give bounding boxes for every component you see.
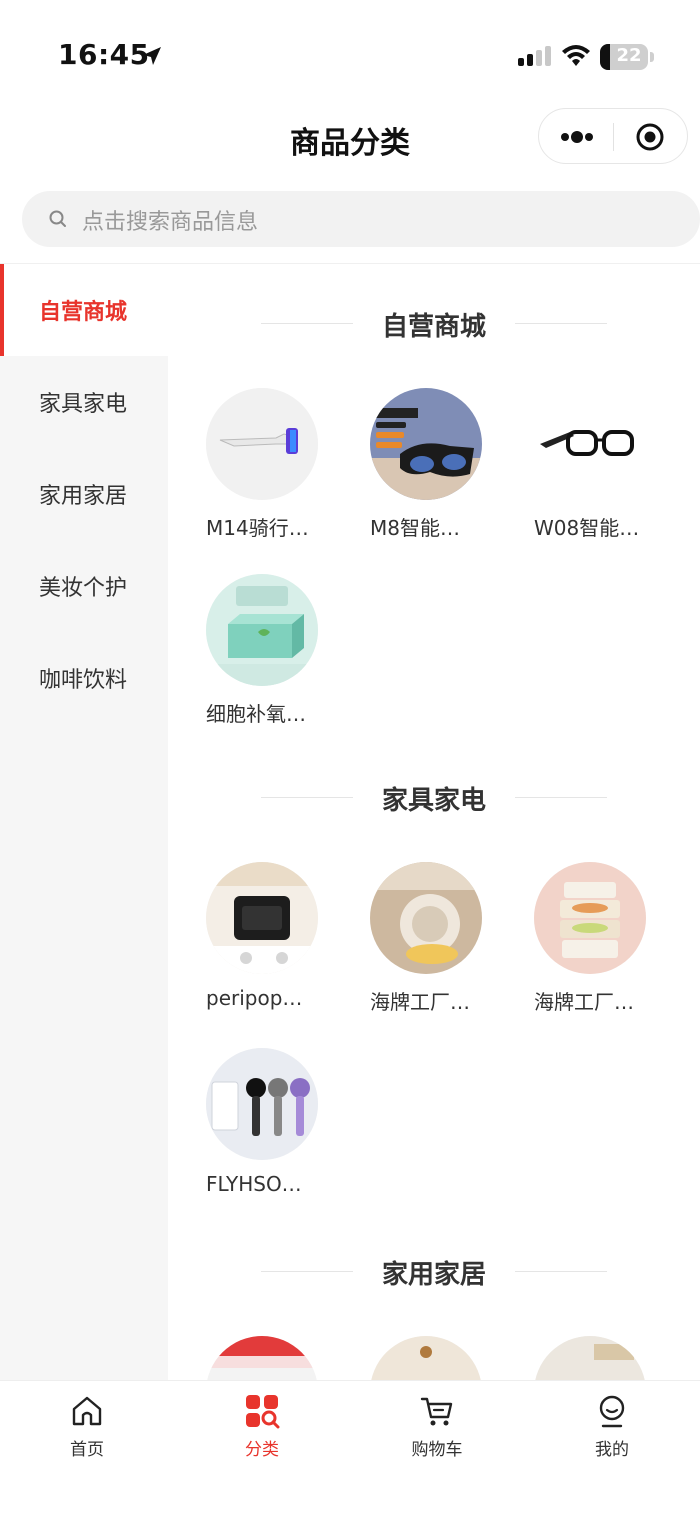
search-placeholder: 点击搜索商品信息 [82, 210, 259, 235]
sidebar-item-furniture-appliances[interactable]: 家具家电 [0, 356, 168, 448]
product-image [206, 1048, 318, 1160]
location-arrow-icon [143, 47, 161, 65]
section-title: 家具家电 [381, 786, 486, 816]
product-image [206, 574, 318, 686]
product-item[interactable]: 海牌工厂… [534, 862, 664, 1014]
section-title: 家用家居 [381, 1260, 486, 1290]
sidebar-item-home-goods[interactable]: 家用家居 [0, 448, 168, 540]
search-icon [49, 210, 66, 227]
product-image [370, 862, 482, 974]
wifi-icon [562, 45, 590, 66]
tab-label: 首页 [70, 1440, 104, 1460]
product-image [534, 388, 646, 500]
product-item[interactable]: 细胞补氧… [206, 574, 336, 726]
status-bar: 16:45 22 [0, 0, 700, 110]
sidebar-item-beauty-care[interactable]: 美妆个护 [0, 540, 168, 632]
miniprogram-capsule [538, 108, 688, 164]
product-name: 海牌工厂… [370, 990, 470, 1014]
sidebar-item-label: 美妆个护 [39, 576, 128, 601]
product-name: 海牌工厂… [534, 990, 634, 1014]
battery-level: 22 [616, 45, 642, 66]
sidebar-item-label: 家具家电 [39, 392, 128, 417]
product-image [206, 862, 318, 974]
more-icon[interactable] [559, 127, 595, 147]
product-item[interactable] [370, 1336, 500, 1380]
product-name: 细胞补氧… [206, 702, 306, 726]
sidebar-item-label: 咖啡饮料 [39, 668, 128, 693]
category-content: 自营商城 M14骑行… M8智能… W08智能… 细胞补氧… 家具家电 peri… [168, 264, 700, 1380]
product-item[interactable]: W08智能… [534, 388, 664, 540]
tab-home[interactable]: 首页 [27, 1381, 147, 1471]
tab-profile[interactable]: 我的 [552, 1381, 672, 1471]
tab-category[interactable]: 分类 [202, 1381, 322, 1471]
category-icon [246, 1395, 280, 1429]
cellular-signal-icon [518, 46, 551, 66]
tab-label: 我的 [595, 1440, 629, 1460]
product-name: FLYHSO… [206, 1172, 302, 1196]
product-name: W08智能… [534, 516, 640, 540]
sidebar-item-self-operated[interactable]: 自营商城 [0, 264, 168, 356]
product-name: M8智能… [370, 516, 460, 540]
cart-icon [420, 1397, 453, 1426]
product-item[interactable]: FLYHSO… [206, 1048, 336, 1198]
sidebar-item-coffee-drinks[interactable]: 咖啡饮料 [0, 632, 168, 724]
product-item[interactable]: 海牌工厂… [370, 862, 500, 1014]
product-name: peripop… [206, 986, 303, 1010]
home-icon [72, 1396, 102, 1426]
product-item[interactable] [534, 1336, 664, 1380]
status-time: 16:45 [58, 38, 150, 71]
tab-label: 购物车 [411, 1440, 463, 1460]
product-item[interactable]: M8智能… [370, 388, 500, 540]
tab-label: 分类 [245, 1440, 279, 1460]
product-name: M14骑行… [206, 516, 309, 540]
product-item[interactable]: M14骑行… [206, 388, 336, 540]
product-image [370, 1336, 482, 1380]
profile-icon [599, 1395, 625, 1428]
tab-cart[interactable]: 购物车 [377, 1381, 497, 1471]
product-image [206, 388, 318, 500]
battery-icon: 22 [600, 44, 648, 70]
product-image [534, 862, 646, 974]
product-image [206, 1336, 318, 1380]
sidebar-item-label: 家用家居 [39, 484, 128, 509]
sidebar-item-label: 自营商城 [39, 300, 128, 325]
product-item[interactable] [206, 1336, 336, 1380]
product-image [534, 1336, 646, 1380]
search-input[interactable]: 点击搜索商品信息 [22, 191, 700, 247]
product-item[interactable]: peripop… [206, 862, 336, 1012]
category-sidebar: 自营商城 家具家电 家用家居 美妆个护 咖啡饮料 [0, 264, 168, 1380]
close-miniprogram-icon[interactable] [635, 122, 665, 152]
bottom-tab-bar: 首页 分类 购物车 我的 [0, 1380, 700, 1522]
section-title: 自营商城 [381, 312, 486, 342]
product-image [370, 388, 482, 500]
